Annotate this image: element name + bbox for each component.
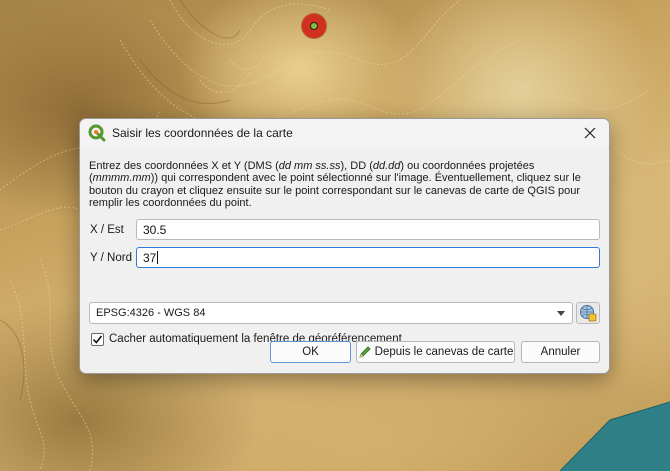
ok-button[interactable]: OK bbox=[270, 341, 351, 363]
water-body bbox=[560, 402, 670, 471]
dialog-titlebar[interactable]: Saisir les coordonnées de la carte bbox=[80, 119, 609, 147]
close-icon bbox=[584, 127, 596, 139]
projection-selector-icon bbox=[580, 305, 597, 322]
close-button[interactable] bbox=[571, 119, 609, 147]
qgis-icon bbox=[88, 124, 106, 142]
y-north-input[interactable]: 37 bbox=[136, 247, 600, 268]
gcp-marker[interactable] bbox=[302, 14, 326, 38]
x-east-input[interactable]: 30.5 bbox=[136, 219, 600, 240]
text-caret bbox=[157, 251, 159, 264]
checkmark-icon bbox=[92, 335, 103, 344]
x-label: X / Est bbox=[90, 224, 124, 236]
gcp-marker-center bbox=[310, 22, 318, 30]
pencil-icon bbox=[359, 346, 371, 358]
crs-selected-value: EPSG:4326 - WGS 84 bbox=[96, 307, 206, 319]
y-label: Y / Nord bbox=[90, 252, 132, 264]
map-coordinates-dialog: Saisir les coordonnées de la carte Entre… bbox=[79, 118, 610, 374]
from-map-canvas-button[interactable]: Depuis le canevas de carte bbox=[356, 341, 515, 363]
select-crs-button[interactable] bbox=[576, 302, 600, 324]
chevron-down-icon bbox=[557, 311, 565, 316]
cancel-button[interactable]: Annuler bbox=[521, 341, 600, 363]
dialog-body: Entrez des coordonnées X et Y (DMS (dd m… bbox=[80, 147, 609, 373]
crs-selector[interactable]: EPSG:4326 - WGS 84 bbox=[89, 302, 573, 324]
instructions-text: Entrez des coordonnées X et Y (DMS (dd m… bbox=[89, 160, 581, 210]
dialog-title: Saisir les coordonnées de la carte bbox=[112, 126, 293, 140]
hide-window-checkbox[interactable] bbox=[91, 333, 104, 346]
